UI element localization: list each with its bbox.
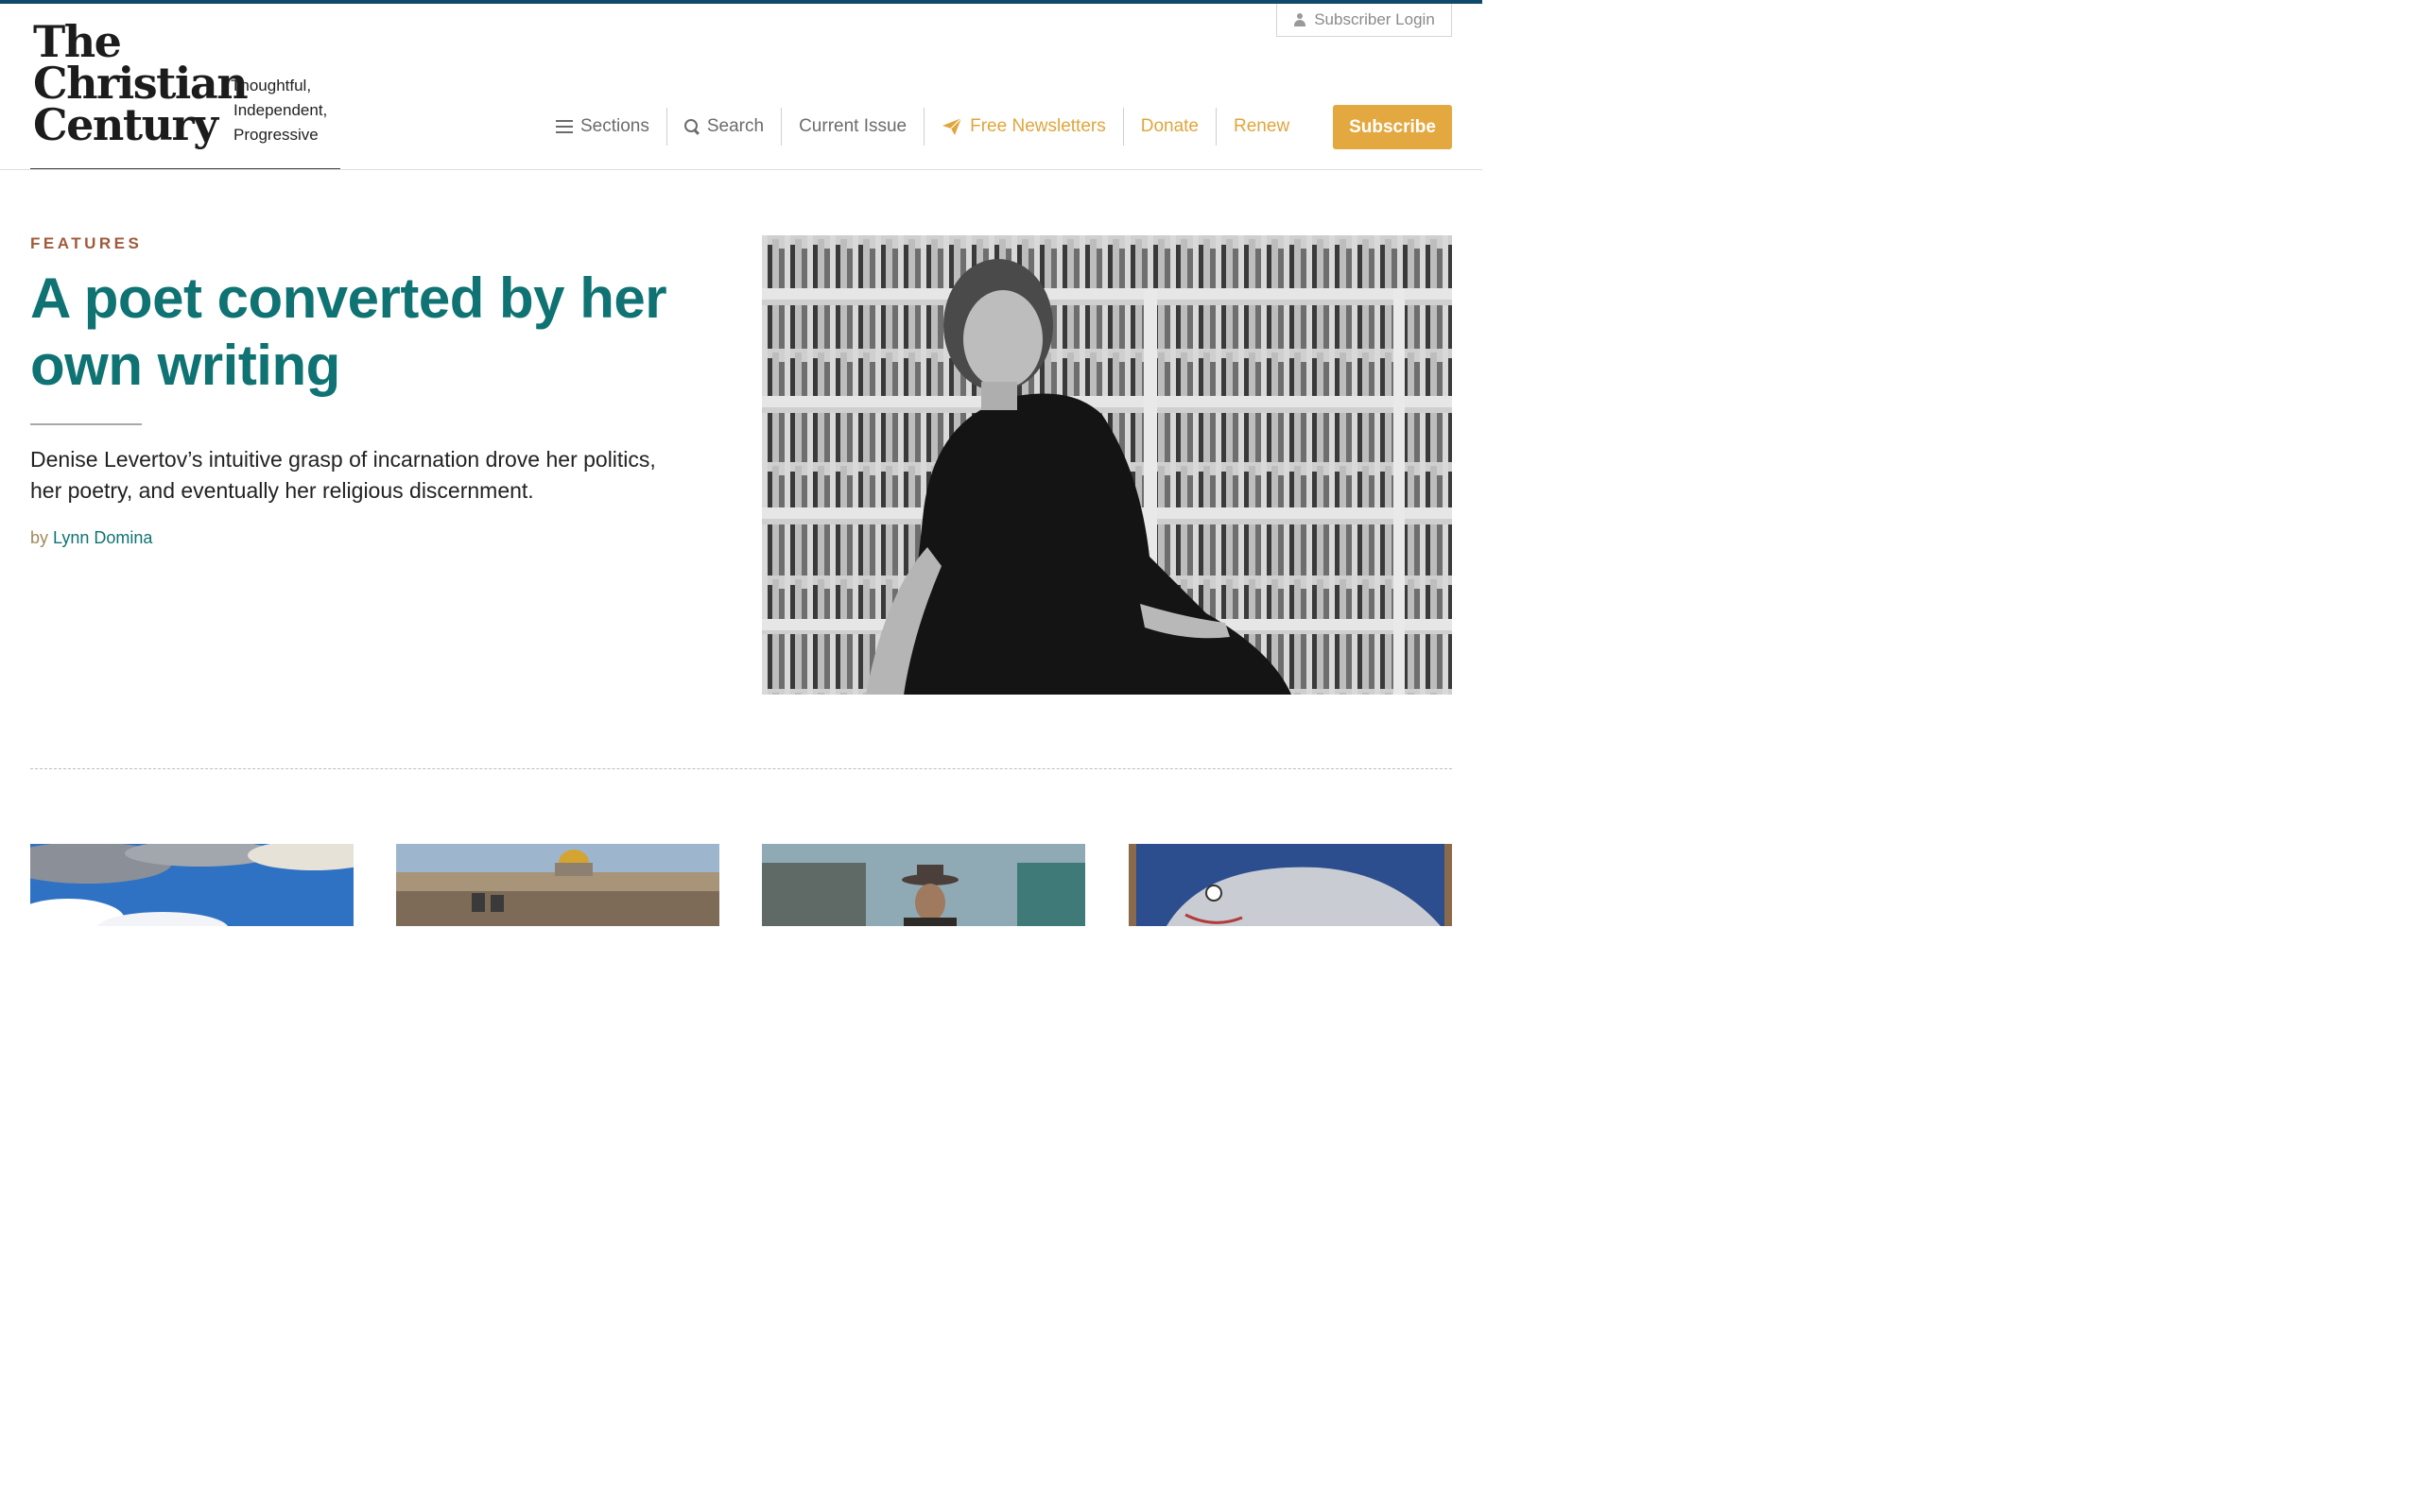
logo-line-3: Century xyxy=(33,99,218,150)
story-thumbnail-1[interactable] xyxy=(30,844,354,926)
headline-divider xyxy=(30,423,142,425)
tagline-line-2: Independent, xyxy=(233,101,328,119)
site-tagline: Thoughtful, Independent, Progressive xyxy=(231,74,327,147)
feature-headline[interactable]: A poet converted by her own writing xyxy=(30,265,730,399)
nav-sections[interactable]: Sections xyxy=(539,108,666,146)
feature-photo[interactable] xyxy=(762,235,1452,695)
nav-renew-label: Renew xyxy=(1234,116,1290,136)
menu-icon xyxy=(556,120,573,133)
search-icon xyxy=(683,119,700,134)
feature-photo-image xyxy=(762,235,1452,695)
top-accent-bar xyxy=(0,0,1482,4)
subscriber-login-button[interactable]: Subscriber Login xyxy=(1276,4,1452,37)
author-link[interactable]: Lynn Domina xyxy=(53,528,152,547)
nav-donate-label: Donate xyxy=(1140,116,1200,136)
feature-dek: Denise Levertov’s intuitive grasp of inc… xyxy=(30,447,656,503)
nav-donate[interactable]: Donate xyxy=(1122,108,1216,146)
main-nav: Sections Search Current Issue Free Newsl… xyxy=(539,106,1306,147)
nav-search-label: Search xyxy=(706,116,765,136)
header-divider xyxy=(0,169,1482,170)
byline: by Lynn Domina xyxy=(30,528,152,548)
site-logo[interactable]: The Christian Century xyxy=(33,16,249,150)
fish-mosaic-image xyxy=(1129,844,1452,926)
film-still-image xyxy=(762,844,1085,926)
tagline-line-3: Progressive xyxy=(233,126,319,144)
section-kicker[interactable]: FEATURES xyxy=(30,234,142,253)
subscribe-button[interactable]: Subscribe xyxy=(1333,105,1452,149)
sky-clouds-image xyxy=(30,844,354,926)
story-thumbnail-2[interactable] xyxy=(396,844,719,926)
logo-line-2: Christian xyxy=(33,58,249,109)
tagline-line-1: Thoughtful, xyxy=(231,77,312,94)
jerusalem-skyline-image xyxy=(396,844,719,926)
paper-plane-icon xyxy=(942,117,962,135)
nav-free-newsletters-label: Free Newsletters xyxy=(970,116,1106,136)
nav-search[interactable]: Search xyxy=(666,108,781,146)
user-icon xyxy=(1293,13,1306,26)
nav-renew[interactable]: Renew xyxy=(1216,108,1306,146)
story-thumbnail-3[interactable] xyxy=(762,844,1085,926)
byline-prefix: by xyxy=(30,528,49,547)
nav-current-issue[interactable]: Current Issue xyxy=(781,108,924,146)
subscriber-login-label: Subscriber Login xyxy=(1314,10,1435,28)
nav-sections-label: Sections xyxy=(580,116,649,136)
nav-free-newsletters[interactable]: Free Newsletters xyxy=(924,108,1123,146)
story-thumbnail-4[interactable] xyxy=(1129,844,1452,926)
section-divider xyxy=(30,768,1452,769)
nav-current-issue-label: Current Issue xyxy=(799,116,908,136)
logo-line-1: The xyxy=(33,16,122,67)
